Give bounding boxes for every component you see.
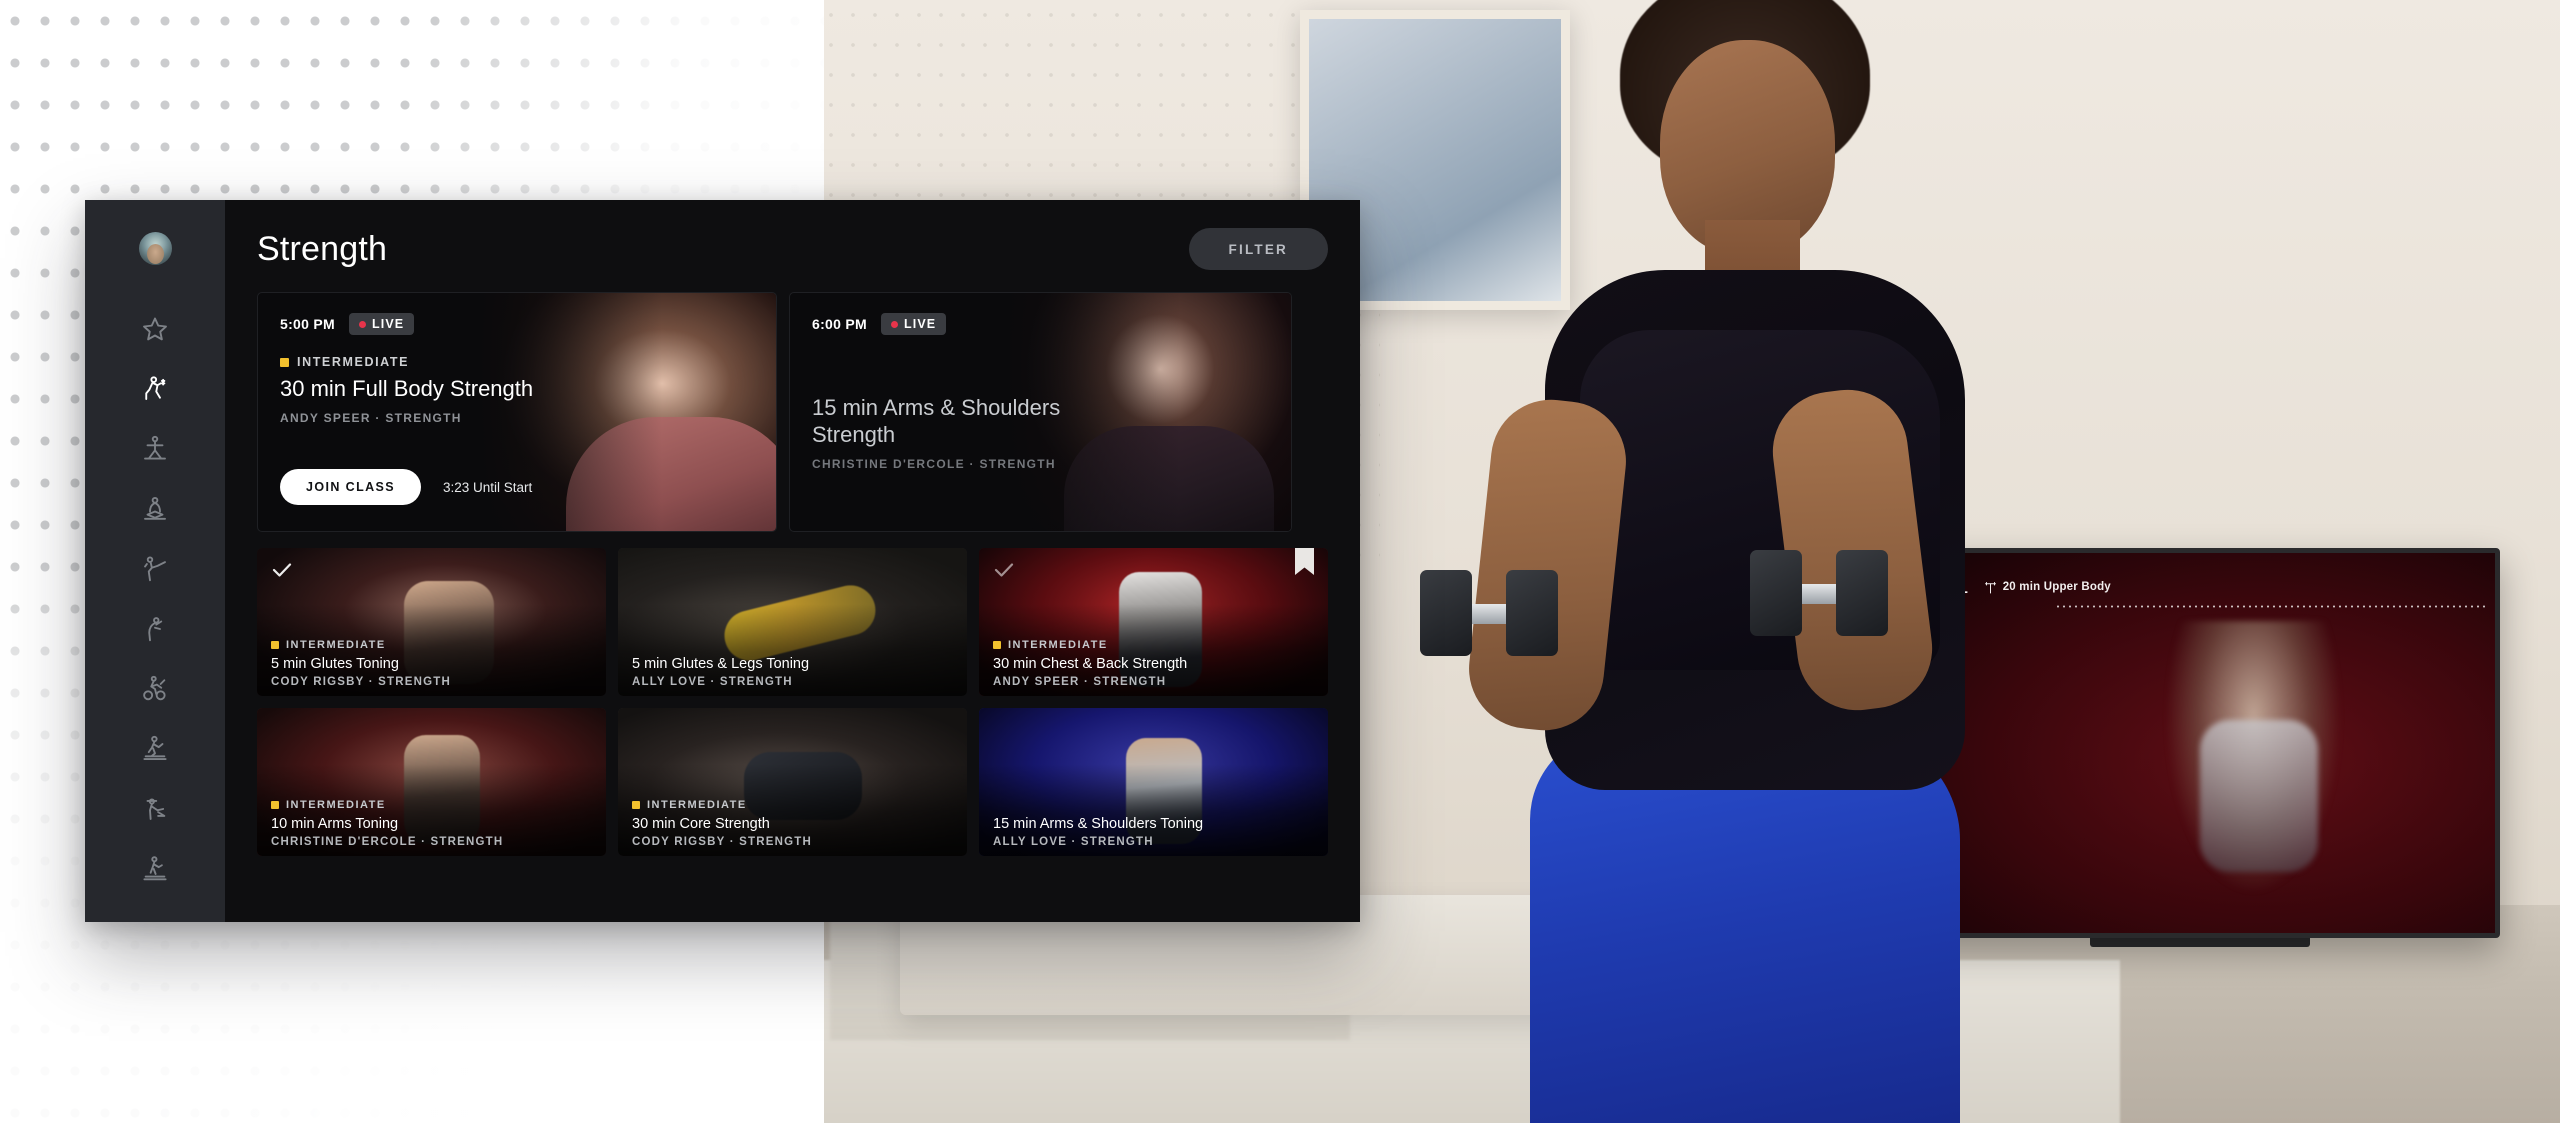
stretching-icon	[148, 617, 163, 642]
sidebar-nav	[85, 200, 225, 922]
difficulty-chip-icon	[632, 801, 640, 810]
difficulty-chip-icon	[993, 641, 1001, 650]
sidebar-item-yoga[interactable]	[85, 419, 225, 479]
class-meta: CODY RIGSBY · STRENGTH	[632, 836, 812, 848]
live-time-row: 5:00 PM LIVE	[280, 313, 754, 335]
avatar[interactable]	[138, 232, 172, 265]
difficulty-label: INTERMEDIATE	[647, 799, 747, 812]
sidebar-item-rowing[interactable]	[85, 779, 225, 839]
cycling-icon	[143, 675, 166, 701]
class-grid: INTERMEDIATE 5 min Glutes Toning CODY RI…	[257, 548, 1328, 856]
class-meta: CODY RIGSBY · STRENGTH	[271, 676, 451, 688]
difficulty-chip-icon	[280, 357, 289, 367]
page-header: Strength FILTER	[257, 228, 1328, 270]
star-icon	[143, 317, 167, 341]
walking-icon	[143, 856, 167, 881]
strength-icon	[145, 376, 166, 400]
sidebar-item-strength[interactable]	[85, 359, 225, 419]
sidebar-item-stretching[interactable]	[85, 599, 225, 659]
countdown-label: 3:23 Until Start	[443, 479, 533, 495]
class-card[interactable]: INTERMEDIATE 30 min Chest & Back Strengt…	[979, 548, 1328, 696]
class-title: 30 min Core Strength	[632, 816, 770, 833]
cardio-kick-icon	[144, 556, 166, 582]
difficulty-row: INTERMEDIATE	[632, 799, 953, 811]
yoga-warrior-icon	[144, 435, 166, 460]
live-class-meta: CHRISTINE D'ERCOLE · STRENGTH	[812, 456, 1056, 471]
screenshot-stage: 8:21 20 min Upper Body	[0, 0, 2560, 1123]
live-badge-label: LIVE	[904, 317, 937, 331]
class-title: 5 min Glutes & Legs Toning	[632, 656, 810, 673]
class-card[interactable]: 15 min Arms & Shoulders Toning ALLY LOVE…	[979, 708, 1328, 856]
difficulty-label: INTERMEDIATE	[297, 355, 410, 369]
rowing-icon	[146, 798, 166, 820]
sidebar-item-meditation[interactable]	[85, 479, 225, 539]
completed-check-icon	[272, 563, 292, 577]
sidebar-item-walking[interactable]	[85, 839, 225, 899]
live-class-card[interactable]: 5:00 PM LIVE INTERMEDIATE 30 min Full Bo…	[257, 292, 777, 532]
difficulty-label: INTERMEDIATE	[286, 639, 386, 652]
live-start-time: 5:00 PM	[280, 316, 336, 332]
difficulty-label: INTERMEDIATE	[286, 799, 386, 812]
difficulty-chip-icon	[271, 801, 279, 810]
live-class-meta: ANDY SPEER · STRENGTH	[280, 410, 462, 425]
class-title: 5 min Glutes Toning	[271, 656, 399, 673]
difficulty-row: INTERMEDIATE	[993, 639, 1314, 651]
class-title: 10 min Arms Toning	[271, 816, 399, 833]
live-badge: LIVE	[881, 313, 947, 335]
class-card[interactable]: INTERMEDIATE 5 min Glutes Toning CODY RI…	[257, 548, 606, 696]
peloton-app-window: Strength FILTER 5:00 PM LIVE INTERMEDIAT…	[85, 200, 1360, 922]
difficulty-row: INTERMEDIATE	[280, 355, 754, 369]
page-title: Strength	[257, 229, 388, 268]
sidebar-item-cycling[interactable]	[85, 659, 225, 719]
live-badge: LIVE	[349, 313, 415, 335]
live-class-title: 15 min Arms & Shoulders Strength	[812, 395, 1061, 447]
class-meta: CHRISTINE D'ERCOLE · STRENGTH	[271, 836, 504, 848]
live-class-title: 30 min Full Body Strength	[280, 376, 534, 401]
live-dot-icon	[891, 320, 899, 328]
difficulty-label: INTERMEDIATE	[1008, 639, 1108, 652]
class-meta: ALLY LOVE · STRENGTH	[993, 836, 1154, 848]
live-dot-icon	[359, 320, 367, 328]
class-title: 15 min Arms & Shoulders Toning	[993, 816, 1204, 833]
filter-button[interactable]: FILTER	[1188, 228, 1328, 270]
live-class-card[interactable]: 6:00 PM LIVE 15 min Arms & Shoulders Str…	[789, 292, 1292, 532]
live-badge-label: LIVE	[372, 317, 405, 331]
class-title: 30 min Chest & Back Strength	[993, 656, 1188, 673]
sidebar-item-favorites[interactable]	[85, 299, 225, 359]
live-cta-row: JOIN CLASS 3:23 Until Start	[280, 469, 754, 511]
class-card[interactable]: INTERMEDIATE 10 min Arms Toning CHRISTIN…	[257, 708, 606, 856]
sidebar-item-cardio[interactable]	[85, 539, 225, 599]
difficulty-row: INTERMEDIATE	[271, 639, 592, 651]
join-class-button[interactable]: JOIN CLASS	[280, 469, 422, 505]
class-meta: ALLY LOVE · STRENGTH	[632, 676, 793, 688]
live-time-row: 6:00 PM LIVE	[812, 313, 1269, 335]
class-card[interactable]: 5 min Glutes & Legs Toning ALLY LOVE · S…	[618, 548, 967, 696]
completed-check-icon	[994, 563, 1014, 577]
tv-instructor-body	[2200, 720, 2318, 873]
live-start-time: 6:00 PM	[812, 316, 868, 332]
difficulty-row: INTERMEDIATE	[271, 799, 592, 811]
bookmark-icon[interactable]	[1295, 548, 1314, 578]
running-icon	[143, 735, 167, 760]
sidebar-item-running[interactable]	[85, 719, 225, 779]
main-content: Strength FILTER 5:00 PM LIVE INTERMEDIAT…	[225, 200, 1360, 922]
class-card[interactable]: INTERMEDIATE 30 min Core Strength CODY R…	[618, 708, 967, 856]
difficulty-chip-icon	[271, 641, 279, 650]
live-classes-row: 5:00 PM LIVE INTERMEDIATE 30 min Full Bo…	[257, 292, 1328, 532]
foreground-person	[1330, 0, 2070, 1123]
class-meta: ANDY SPEER · STRENGTH	[993, 676, 1167, 688]
tv-progress-dots	[2055, 605, 2485, 608]
meditation-icon	[144, 496, 166, 520]
